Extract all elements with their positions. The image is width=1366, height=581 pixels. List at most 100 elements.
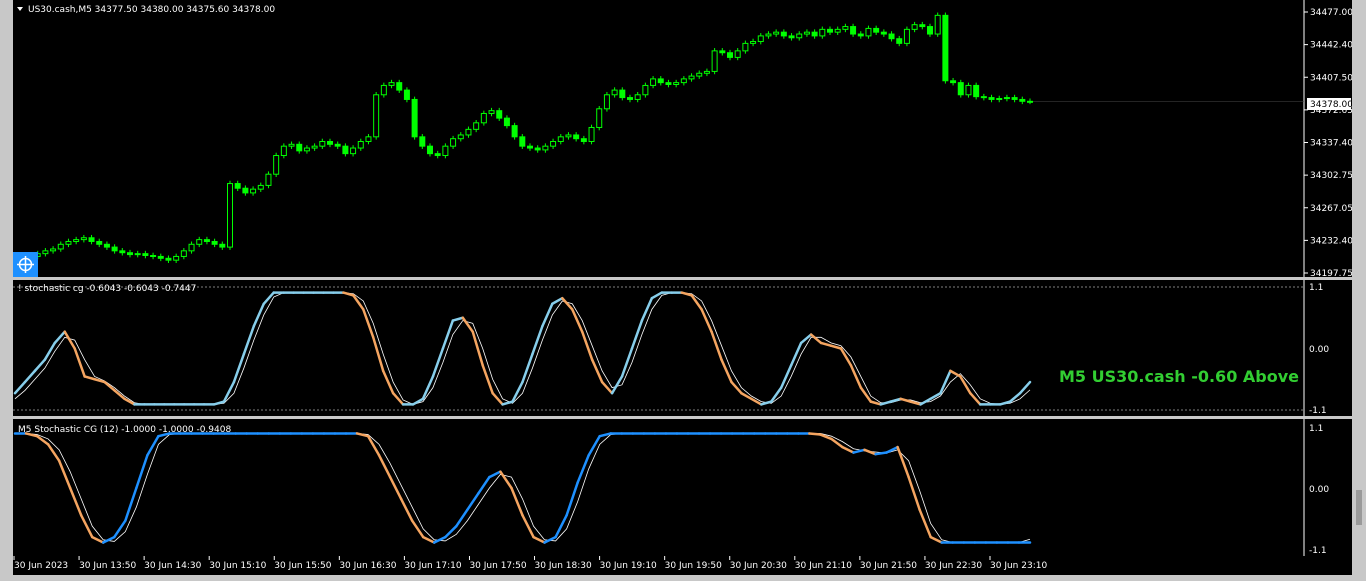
candle-body bbox=[157, 255, 164, 259]
candle-body bbox=[465, 128, 472, 136]
candle-body bbox=[411, 98, 418, 138]
candle-body bbox=[834, 28, 841, 33]
candle-body bbox=[80, 237, 87, 241]
indicator2-level-zero: 0.00 bbox=[1309, 485, 1329, 495]
candle-body bbox=[773, 31, 780, 35]
candle-body bbox=[903, 28, 910, 44]
candle-body bbox=[57, 243, 64, 250]
candle-body bbox=[850, 26, 857, 35]
candle-body bbox=[519, 136, 526, 147]
candle-body bbox=[188, 243, 195, 252]
candle-body bbox=[311, 145, 318, 149]
candle-body bbox=[296, 143, 303, 152]
time-tick-label: 30 Jun 19:10 bbox=[600, 561, 657, 571]
candle-body bbox=[780, 31, 787, 37]
candle-body bbox=[880, 31, 887, 35]
candle-body bbox=[803, 31, 810, 35]
trading-chart-window[interactable]: US30.cash,M5 34377.50 34380.00 34375.60 … bbox=[0, 0, 1366, 581]
candle-body bbox=[611, 89, 618, 96]
candle-body bbox=[627, 97, 633, 100]
candle-body bbox=[73, 239, 80, 242]
candle-body bbox=[50, 248, 57, 252]
crosshair-icon[interactable] bbox=[13, 252, 38, 277]
candle-body bbox=[688, 75, 695, 80]
candle-body bbox=[527, 145, 533, 149]
price-tick-label: 34477.00 bbox=[1310, 8, 1353, 18]
time-tick-label: 30 Jun 13:50 bbox=[79, 561, 136, 571]
time-tick-label: 30 Jun 23:10 bbox=[990, 561, 1047, 571]
time-tick-label: 30 Jun 21:10 bbox=[795, 561, 852, 571]
indicator-panel-2[interactable]: M5 Stochastic CG (12) -1.0000 -1.0000 -0… bbox=[13, 419, 1352, 556]
time-tick-label: 30 Jun 17:50 bbox=[469, 561, 526, 571]
candle-body bbox=[711, 50, 718, 72]
candle-body bbox=[227, 183, 233, 248]
time-tick-label: 30 Jun 15:50 bbox=[274, 561, 331, 571]
candle-body bbox=[665, 82, 672, 85]
candle-body bbox=[765, 33, 772, 37]
candle-body bbox=[88, 237, 95, 242]
candle-body bbox=[865, 27, 872, 37]
candle-body bbox=[396, 82, 403, 91]
candle-body bbox=[427, 145, 433, 155]
candle-body bbox=[119, 250, 126, 254]
candle-body bbox=[957, 82, 964, 96]
candle-body bbox=[350, 147, 357, 155]
candle-body bbox=[334, 143, 341, 147]
candle-body bbox=[373, 94, 380, 138]
main-price-panel[interactable]: US30.cash,M5 34377.50 34380.00 34375.60 … bbox=[13, 0, 1353, 279]
candle-body bbox=[1011, 97, 1018, 100]
candle-body bbox=[927, 26, 933, 35]
candle-body bbox=[265, 173, 272, 186]
candle-body bbox=[1003, 97, 1010, 100]
candle-body bbox=[96, 240, 103, 245]
indicator2-background bbox=[13, 419, 1304, 556]
price-tick-label: 34407.50 bbox=[1310, 73, 1353, 83]
candle-body bbox=[619, 89, 626, 99]
candle-body bbox=[342, 145, 349, 155]
candle-body bbox=[696, 72, 703, 77]
candle-body bbox=[703, 70, 710, 74]
main-panel-background bbox=[13, 0, 1304, 277]
candle-body bbox=[988, 97, 995, 100]
candle-body bbox=[911, 24, 918, 30]
candle-body bbox=[680, 78, 687, 84]
candle-body bbox=[996, 98, 1003, 101]
indicator1-level-high: 1.1 bbox=[1309, 283, 1323, 293]
candle-body bbox=[403, 89, 410, 100]
candle-body bbox=[673, 82, 680, 85]
price-tick-label: 34337.40 bbox=[1310, 139, 1353, 149]
candle-body bbox=[973, 84, 980, 98]
time-tick-label: 30 Jun 20:30 bbox=[730, 561, 787, 571]
candle-body bbox=[303, 147, 310, 152]
candle-body bbox=[542, 145, 549, 151]
price-axis-labels: 34477.0034442.4034407.5034372.6534337.40… bbox=[1304, 8, 1353, 279]
candle-body bbox=[642, 84, 649, 96]
candle-body bbox=[327, 141, 333, 145]
candle-body bbox=[434, 153, 441, 157]
candle-body bbox=[150, 255, 157, 258]
candle-body bbox=[211, 240, 218, 245]
candle-body bbox=[950, 80, 957, 84]
candle-body bbox=[127, 252, 133, 256]
main-panel-header: US30.cash,M5 34377.50 34380.00 34375.60 … bbox=[28, 5, 275, 15]
indicator1-level-low: -1.1 bbox=[1309, 406, 1327, 416]
candle-body bbox=[450, 138, 457, 147]
candle-body bbox=[757, 35, 764, 43]
candle-body bbox=[580, 138, 587, 142]
current-price-label: 34378.00 bbox=[1310, 100, 1353, 110]
indicator-panel-1[interactable]: ! stochastic cg -0.6043 -0.6043 -0.7447 … bbox=[13, 280, 1352, 416]
time-tick-label: 30 Jun 14:30 bbox=[144, 561, 201, 571]
candle-body bbox=[288, 143, 295, 147]
candle-body bbox=[788, 35, 795, 39]
candle-body bbox=[888, 33, 895, 40]
main-line-segment bbox=[808, 432, 822, 436]
scrollbar-thumb[interactable] bbox=[1356, 490, 1362, 525]
candle-body bbox=[242, 187, 249, 194]
candle-body bbox=[811, 31, 818, 37]
time-axis: 30 Jun 2023 30 Jun 13:50 30 Jun 14:30 30 Ju… bbox=[13, 556, 1352, 575]
candle-body bbox=[965, 84, 972, 96]
indicator1-header: ! stochastic cg -0.6043 -0.6043 -0.7447 bbox=[18, 284, 196, 294]
candle-body bbox=[173, 255, 180, 261]
candle-body bbox=[511, 125, 518, 138]
time-tick-label: 30 Jun 22:30 bbox=[925, 561, 982, 571]
